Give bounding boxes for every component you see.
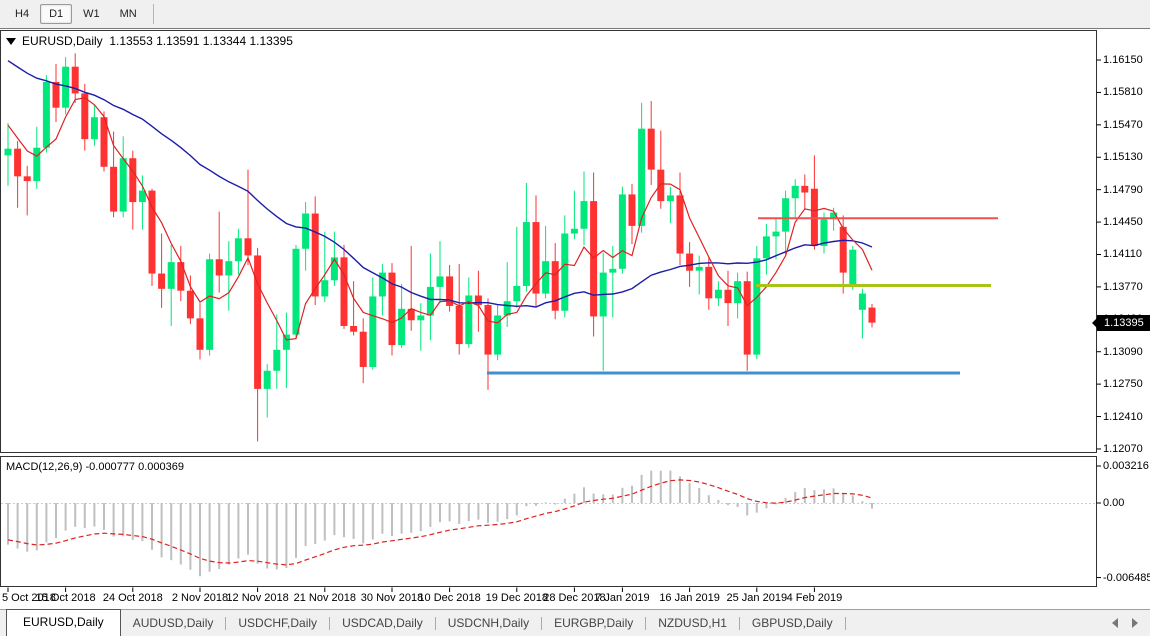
candles-layer (5, 53, 876, 441)
tab-gbpusd-daily[interactable]: GBPUSD,Daily (740, 612, 845, 634)
macd-pane-border (1, 457, 1097, 587)
tab-usdchf-daily[interactable]: USDCHF,Daily (226, 612, 329, 634)
scroll-tabs-right-icon[interactable] (1132, 618, 1138, 628)
price-pane-border (1, 31, 1097, 453)
toolbar-separator (153, 4, 154, 24)
current-price-tag: 1.13395 (1097, 315, 1150, 331)
timeframe-h4-button[interactable]: H4 (6, 4, 38, 24)
tab-eurusd-daily[interactable]: EURUSD,Daily (6, 609, 121, 636)
tab-nzdusd-h1[interactable]: NZDUSD,H1 (646, 612, 739, 634)
trading-terminal-window: { "toolbar": { "buttons": [ { "label": "… (0, 0, 1150, 636)
macd-signal-line (8, 480, 872, 565)
tab-usdcad-daily[interactable]: USDCAD,Daily (330, 612, 435, 634)
chart-tabs-bar: EURUSD,Daily AUDUSD,Daily USDCHF,Daily U… (0, 609, 1150, 636)
price-chart-canvas[interactable] (0, 0, 1150, 636)
scroll-tabs-left-icon[interactable] (1112, 618, 1118, 628)
timeframe-d1-button[interactable]: D1 (40, 4, 72, 24)
tab-separator (845, 617, 846, 630)
timeframe-mn-button[interactable]: MN (111, 4, 146, 24)
fast-ma-line (8, 98, 872, 340)
timeframe-w1-button[interactable]: W1 (74, 4, 109, 24)
macd-histogram (8, 471, 872, 577)
timeframe-toolbar: H4 D1 W1 MN (0, 0, 1150, 29)
tab-usdcnh-daily[interactable]: USDCNH,Daily (436, 612, 541, 634)
tab-eurgbp-daily[interactable]: EURGBP,Daily (542, 612, 645, 634)
tab-audusd-daily[interactable]: AUDUSD,Daily (121, 612, 226, 634)
